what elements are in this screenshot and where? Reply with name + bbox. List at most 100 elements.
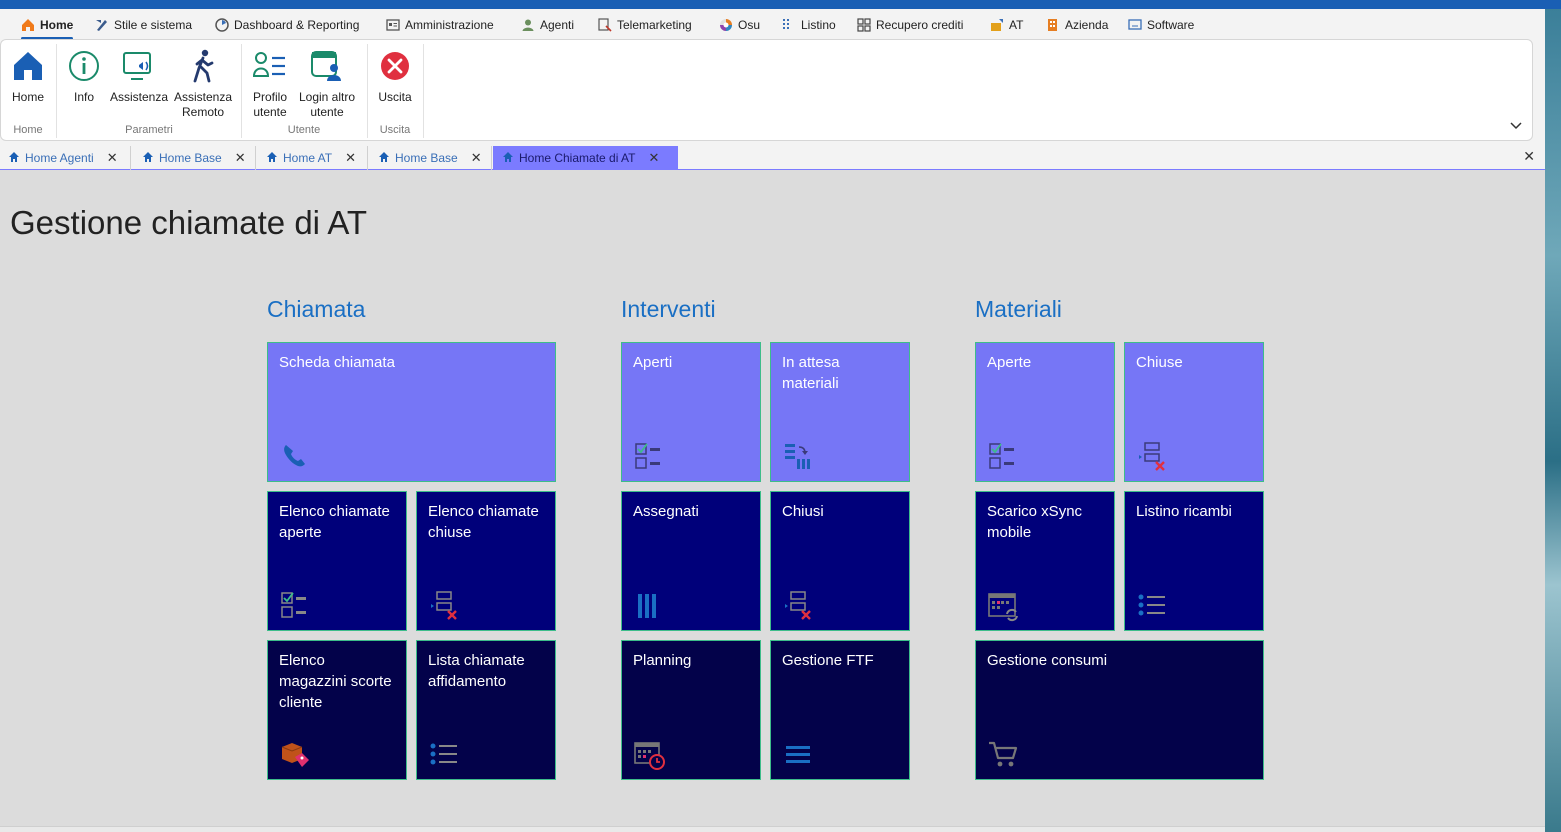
- info-icon: [66, 46, 102, 86]
- assistenza-remoto-button[interactable]: Assistenza Remoto: [173, 46, 233, 120]
- tab-home-base-2[interactable]: Home Base ✕: [370, 146, 492, 170]
- tab-home-chiamate-at[interactable]: Home Chiamate di AT ✕: [493, 146, 678, 170]
- assistenza-button[interactable]: Assistenza: [110, 46, 168, 105]
- menu-recupero-crediti[interactable]: Recupero crediti: [857, 15, 963, 35]
- menu-stile-label: Stile e sistema: [114, 18, 193, 32]
- home-icon: [502, 151, 514, 166]
- section-title-materiali: Materiali: [975, 296, 1062, 322]
- building-icon: [1046, 18, 1060, 32]
- tile-elenco-chiamate-aperte[interactable]: Elenco chiamate aperte: [267, 491, 407, 631]
- tab-home-agenti[interactable]: Home Agenti ✕: [0, 146, 131, 170]
- info-button-label: Info: [73, 90, 94, 104]
- exit-icon: [377, 46, 413, 86]
- home-icon: [266, 151, 278, 166]
- tile-label: Listino ricambi: [1136, 503, 1232, 520]
- login-altro-label-1: Login altro: [298, 90, 356, 104]
- tile-label: Scheda chiamata: [279, 354, 395, 371]
- box-tag-icon: [280, 739, 310, 769]
- profilo-utente-button[interactable]: Profilo utente: [249, 46, 291, 120]
- menu-agenti[interactable]: Agenti: [521, 15, 574, 35]
- at-icon: [990, 18, 1004, 32]
- menu-dashboard[interactable]: Dashboard & Reporting: [215, 15, 359, 35]
- tile-label: Elenco chiamate chiuse: [428, 503, 539, 541]
- assistenza-button-label: Assistenza: [109, 90, 169, 104]
- tab-label: Home Agenti: [25, 151, 94, 165]
- tile-materiali-chiuse[interactable]: Chiuse: [1124, 342, 1264, 482]
- grid-icon: [857, 18, 871, 32]
- info-button[interactable]: Info: [65, 46, 103, 105]
- tile-elenco-magazzini[interactable]: Elenco magazzini scorte cliente: [267, 640, 407, 780]
- close-icon[interactable]: ✕: [649, 150, 660, 166]
- group-label-parametri: Parametri: [125, 124, 173, 136]
- tile-label: Elenco magazzini scorte cliente: [279, 652, 392, 711]
- home-icon: [8, 151, 20, 166]
- tile-materiali-aperte[interactable]: Aperte: [975, 342, 1115, 482]
- home-button[interactable]: Home: [8, 46, 48, 105]
- menu-telemarketing[interactable]: Telemarketing: [598, 15, 692, 35]
- tab-label: Home Base: [395, 151, 458, 165]
- tile-label: Chiuse: [1136, 354, 1183, 371]
- close-icon[interactable]: ✕: [345, 150, 356, 166]
- close-icon[interactable]: ✕: [107, 150, 118, 166]
- tile-in-attesa-materiali[interactable]: In attesa materiali: [770, 342, 910, 482]
- tile-gestione-consumi[interactable]: Gestione consumi: [975, 640, 1264, 780]
- close-icon[interactable]: ✕: [471, 150, 482, 166]
- tile-interventi-chiusi[interactable]: Chiusi: [770, 491, 910, 631]
- menu-software[interactable]: Software: [1128, 15, 1194, 35]
- shopping-cart-icon: [988, 739, 1018, 769]
- menu-stile-sistema[interactable]: Stile e sistema: [95, 15, 192, 35]
- uscita-button[interactable]: Uscita: [374, 46, 416, 105]
- listino-icon: [782, 18, 796, 32]
- tile-label: Lista chiamate affidamento: [428, 652, 525, 690]
- assistenza-remoto-label-1: Assistenza: [173, 90, 233, 104]
- menu-azienda[interactable]: Azienda: [1046, 15, 1108, 35]
- group-divider: [423, 44, 424, 138]
- tile-gestione-ftf[interactable]: Gestione FTF: [770, 640, 910, 780]
- status-bar: [0, 826, 1545, 832]
- tile-label: Planning: [633, 652, 692, 669]
- menu-dashboard-label: Dashboard & Reporting: [234, 18, 360, 32]
- tile-planning[interactable]: Planning: [621, 640, 761, 780]
- menu-home[interactable]: Home: [21, 15, 74, 40]
- tab-label: Home Base: [159, 151, 222, 165]
- dashboard-icon: [215, 18, 229, 32]
- user-profile-icon: [252, 46, 288, 86]
- telemarketing-icon: [598, 18, 612, 32]
- page-title: Gestione chiamate di AT: [10, 204, 368, 241]
- close-icon[interactable]: ✕: [235, 150, 246, 166]
- tab-label: Home Chiamate di AT: [519, 151, 636, 165]
- menu-at[interactable]: AT: [990, 15, 1023, 35]
- tab-home-base[interactable]: Home Base ✕: [134, 146, 256, 170]
- uscita-button-label: Uscita: [378, 90, 412, 104]
- login-altro-utente-button[interactable]: Login altro utente: [296, 46, 358, 120]
- menu-amministrazione[interactable]: Amministrazione: [386, 15, 494, 35]
- tile-scheda-chiamata[interactable]: Scheda chiamata: [267, 342, 556, 482]
- tile-listino-ricambi[interactable]: Listino ricambi: [1124, 491, 1264, 631]
- tile-label: Elenco chiamate aperte: [279, 503, 390, 541]
- tile-assegnati[interactable]: Assegnati: [621, 491, 761, 631]
- bulleted-list-icon: [429, 739, 459, 769]
- tab-home-at[interactable]: Home AT ✕: [258, 146, 368, 170]
- phone-icon: [280, 441, 310, 471]
- close-all-tabs-icon[interactable]: ✕: [1523, 148, 1535, 165]
- tile-label: Aperte: [987, 354, 1032, 371]
- admin-icon: [386, 18, 400, 32]
- tile-elenco-chiamate-chiuse[interactable]: Elenco chiamate chiuse: [416, 491, 556, 631]
- tile-scarico-xsync[interactable]: Scarico xSync mobile: [975, 491, 1115, 631]
- main-content: Gestione chiamate di AT Chiamata Scheda …: [0, 170, 1545, 826]
- window-top-strip: [0, 0, 1561, 9]
- tile-label: Chiusi: [782, 503, 824, 520]
- tile-label: Scarico xSync mobile: [987, 503, 1083, 541]
- checklist-icon: [634, 441, 664, 471]
- menu-at-label: AT: [1009, 18, 1024, 32]
- tile-interventi-aperti[interactable]: Aperti: [621, 342, 761, 482]
- group-divider: [367, 44, 368, 138]
- tile-lista-chiamate-affidamento[interactable]: Lista chiamate affidamento: [416, 640, 556, 780]
- menu-listino[interactable]: Listino: [782, 15, 836, 35]
- menu-osu[interactable]: Osu: [719, 15, 760, 35]
- menu-recupero-label: Recupero crediti: [876, 18, 964, 32]
- home-icon: [142, 151, 154, 166]
- chevron-down-icon[interactable]: [1510, 118, 1522, 133]
- menu-lines-icon: [783, 739, 813, 769]
- menu-azienda-label: Azienda: [1065, 18, 1109, 32]
